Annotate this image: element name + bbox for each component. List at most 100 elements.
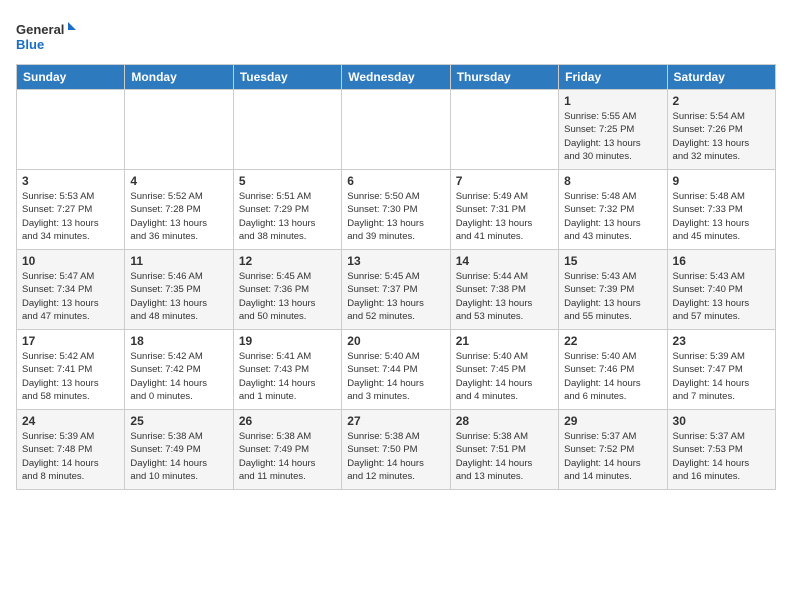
day-cell: 2 Sunrise: 5:54 AM Sunset: 7:26 PM Daylig… — [667, 90, 775, 170]
day-cell — [233, 90, 341, 170]
day-number: 24 — [22, 414, 119, 428]
calendar-table: SundayMondayTuesdayWednesdayThursdayFrid… — [16, 64, 776, 490]
day-cell: 8 Sunrise: 5:48 AM Sunset: 7:32 PM Daylig… — [559, 170, 667, 250]
week-row-2: 10 Sunrise: 5:47 AM Sunset: 7:34 PM Dayli… — [17, 250, 776, 330]
day-info: Sunrise: 5:47 AM Sunset: 7:34 PM Dayligh… — [22, 270, 119, 323]
day-number: 1 — [564, 94, 661, 108]
day-number: 8 — [564, 174, 661, 188]
day-info: Sunrise: 5:38 AM Sunset: 7:50 PM Dayligh… — [347, 430, 444, 483]
day-number: 23 — [673, 334, 770, 348]
header-cell-tuesday: Tuesday — [233, 65, 341, 90]
day-cell — [17, 90, 125, 170]
header-row: SundayMondayTuesdayWednesdayThursdayFrid… — [17, 65, 776, 90]
day-info: Sunrise: 5:40 AM Sunset: 7:45 PM Dayligh… — [456, 350, 553, 403]
day-number: 7 — [456, 174, 553, 188]
day-info: Sunrise: 5:44 AM Sunset: 7:38 PM Dayligh… — [456, 270, 553, 323]
day-cell: 14 Sunrise: 5:44 AM Sunset: 7:38 PM Dayli… — [450, 250, 558, 330]
day-cell: 20 Sunrise: 5:40 AM Sunset: 7:44 PM Dayli… — [342, 330, 450, 410]
day-info: Sunrise: 5:48 AM Sunset: 7:32 PM Dayligh… — [564, 190, 661, 243]
day-cell — [450, 90, 558, 170]
week-row-3: 17 Sunrise: 5:42 AM Sunset: 7:41 PM Dayli… — [17, 330, 776, 410]
day-info: Sunrise: 5:50 AM Sunset: 7:30 PM Dayligh… — [347, 190, 444, 243]
header-cell-saturday: Saturday — [667, 65, 775, 90]
day-cell: 12 Sunrise: 5:45 AM Sunset: 7:36 PM Dayli… — [233, 250, 341, 330]
day-cell: 25 Sunrise: 5:38 AM Sunset: 7:49 PM Dayli… — [125, 410, 233, 490]
logo: General Blue — [16, 16, 76, 56]
day-cell: 28 Sunrise: 5:38 AM Sunset: 7:51 PM Dayli… — [450, 410, 558, 490]
day-cell: 19 Sunrise: 5:41 AM Sunset: 7:43 PM Dayli… — [233, 330, 341, 410]
day-number: 10 — [22, 254, 119, 268]
day-number: 14 — [456, 254, 553, 268]
day-info: Sunrise: 5:45 AM Sunset: 7:36 PM Dayligh… — [239, 270, 336, 323]
svg-text:Blue: Blue — [16, 37, 44, 52]
page-header: General Blue — [16, 16, 776, 56]
day-cell: 6 Sunrise: 5:50 AM Sunset: 7:30 PM Daylig… — [342, 170, 450, 250]
day-info: Sunrise: 5:46 AM Sunset: 7:35 PM Dayligh… — [130, 270, 227, 323]
week-row-1: 3 Sunrise: 5:53 AM Sunset: 7:27 PM Daylig… — [17, 170, 776, 250]
day-cell: 3 Sunrise: 5:53 AM Sunset: 7:27 PM Daylig… — [17, 170, 125, 250]
day-info: Sunrise: 5:42 AM Sunset: 7:41 PM Dayligh… — [22, 350, 119, 403]
day-info: Sunrise: 5:45 AM Sunset: 7:37 PM Dayligh… — [347, 270, 444, 323]
day-cell: 17 Sunrise: 5:42 AM Sunset: 7:41 PM Dayli… — [17, 330, 125, 410]
day-number: 16 — [673, 254, 770, 268]
day-number: 6 — [347, 174, 444, 188]
day-number: 15 — [564, 254, 661, 268]
day-cell: 11 Sunrise: 5:46 AM Sunset: 7:35 PM Dayli… — [125, 250, 233, 330]
day-number: 22 — [564, 334, 661, 348]
day-number: 27 — [347, 414, 444, 428]
day-info: Sunrise: 5:43 AM Sunset: 7:39 PM Dayligh… — [564, 270, 661, 323]
day-number: 30 — [673, 414, 770, 428]
day-cell: 15 Sunrise: 5:43 AM Sunset: 7:39 PM Dayli… — [559, 250, 667, 330]
header-cell-sunday: Sunday — [17, 65, 125, 90]
day-info: Sunrise: 5:49 AM Sunset: 7:31 PM Dayligh… — [456, 190, 553, 243]
day-info: Sunrise: 5:38 AM Sunset: 7:49 PM Dayligh… — [130, 430, 227, 483]
day-number: 12 — [239, 254, 336, 268]
header-cell-wednesday: Wednesday — [342, 65, 450, 90]
day-cell: 13 Sunrise: 5:45 AM Sunset: 7:37 PM Dayli… — [342, 250, 450, 330]
day-number: 20 — [347, 334, 444, 348]
day-info: Sunrise: 5:37 AM Sunset: 7:52 PM Dayligh… — [564, 430, 661, 483]
day-info: Sunrise: 5:55 AM Sunset: 7:25 PM Dayligh… — [564, 110, 661, 163]
calendar-body: 1 Sunrise: 5:55 AM Sunset: 7:25 PM Daylig… — [17, 90, 776, 490]
day-cell: 24Sunrise: 5:39 AM Sunset: 7:48 PM Dayli… — [17, 410, 125, 490]
day-cell: 18Sunrise: 5:42 AM Sunset: 7:42 PM Dayli… — [125, 330, 233, 410]
svg-text:General: General — [16, 22, 64, 37]
day-cell: 9Sunrise: 5:48 AM Sunset: 7:33 PM Daylig… — [667, 170, 775, 250]
day-number: 19 — [239, 334, 336, 348]
day-info: Sunrise: 5:37 AM Sunset: 7:53 PM Dayligh… — [673, 430, 770, 483]
day-cell: 10 Sunrise: 5:47 AM Sunset: 7:34 PM Dayli… — [17, 250, 125, 330]
day-number: 3 — [22, 174, 119, 188]
day-cell: 21 Sunrise: 5:40 AM Sunset: 7:45 PM Dayli… — [450, 330, 558, 410]
calendar-header: SundayMondayTuesdayWednesdayThursdayFrid… — [17, 65, 776, 90]
day-info: Sunrise: 5:39 AM Sunset: 7:47 PM Dayligh… — [673, 350, 770, 403]
day-cell: 5Sunrise: 5:51 AM Sunset: 7:29 PM Daylig… — [233, 170, 341, 250]
day-cell: 27 Sunrise: 5:38 AM Sunset: 7:50 PM Dayli… — [342, 410, 450, 490]
day-cell: 26Sunrise: 5:38 AM Sunset: 7:49 PM Dayli… — [233, 410, 341, 490]
day-cell: 23 Sunrise: 5:39 AM Sunset: 7:47 PM Dayli… — [667, 330, 775, 410]
day-number: 21 — [456, 334, 553, 348]
day-number: 25 — [130, 414, 227, 428]
day-number: 13 — [347, 254, 444, 268]
day-number: 28 — [456, 414, 553, 428]
day-info: Sunrise: 5:48 AM Sunset: 7:33 PM Dayligh… — [673, 190, 770, 243]
day-number: 26 — [239, 414, 336, 428]
week-row-4: 24Sunrise: 5:39 AM Sunset: 7:48 PM Dayli… — [17, 410, 776, 490]
day-number: 18 — [130, 334, 227, 348]
header-cell-monday: Monday — [125, 65, 233, 90]
day-number: 4 — [130, 174, 227, 188]
day-number: 5 — [239, 174, 336, 188]
day-info: Sunrise: 5:40 AM Sunset: 7:44 PM Dayligh… — [347, 350, 444, 403]
day-cell: 16Sunrise: 5:43 AM Sunset: 7:40 PM Dayli… — [667, 250, 775, 330]
header-cell-friday: Friday — [559, 65, 667, 90]
day-number: 17 — [22, 334, 119, 348]
logo-svg: General Blue — [16, 16, 76, 56]
day-info: Sunrise: 5:54 AM Sunset: 7:26 PM Dayligh… — [673, 110, 770, 163]
day-info: Sunrise: 5:52 AM Sunset: 7:28 PM Dayligh… — [130, 190, 227, 243]
day-info: Sunrise: 5:41 AM Sunset: 7:43 PM Dayligh… — [239, 350, 336, 403]
day-info: Sunrise: 5:38 AM Sunset: 7:51 PM Dayligh… — [456, 430, 553, 483]
header-cell-thursday: Thursday — [450, 65, 558, 90]
week-row-0: 1 Sunrise: 5:55 AM Sunset: 7:25 PM Daylig… — [17, 90, 776, 170]
day-number: 11 — [130, 254, 227, 268]
day-info: Sunrise: 5:53 AM Sunset: 7:27 PM Dayligh… — [22, 190, 119, 243]
day-number: 2 — [673, 94, 770, 108]
